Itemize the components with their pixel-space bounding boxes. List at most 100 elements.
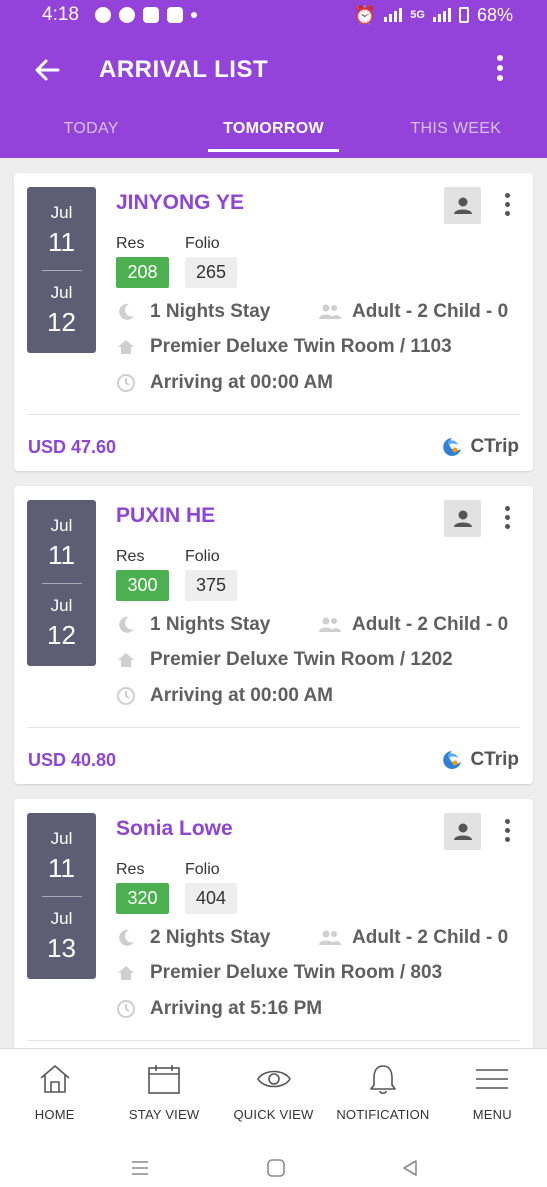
stay-dates: Jul 11 Jul 12 xyxy=(27,500,96,666)
guest-name[interactable]: JINYONG YE xyxy=(116,191,244,215)
tab-today[interactable]: TODAY xyxy=(0,116,182,158)
people-icon xyxy=(318,302,342,322)
system-navigation-bar xyxy=(0,1128,547,1187)
tab-this-week[interactable]: THIS WEEK xyxy=(365,116,547,158)
occupancy-row: Adult - 2 Child - 0 xyxy=(318,301,508,323)
nav-home[interactable]: HOME xyxy=(0,1049,109,1128)
occupancy-row: Adult - 2 Child - 0 xyxy=(318,614,508,636)
arrival-card[interactable]: Jul 11 Jul 13 Sonia Lowe Res Folio 320 4… xyxy=(14,799,533,1048)
stay-dates: Jul 11 Jul 12 xyxy=(27,187,96,353)
people-icon xyxy=(318,615,342,635)
card-menu-button[interactable] xyxy=(500,817,514,847)
house-icon xyxy=(116,337,136,357)
nav-home-label: HOME xyxy=(34,1107,75,1122)
arrow-left-icon xyxy=(35,59,60,81)
moon-icon xyxy=(116,928,136,948)
date-divider xyxy=(41,270,82,271)
booking-source: CTrip xyxy=(440,435,519,459)
card-divider xyxy=(27,414,520,415)
guest-profile-button[interactable] xyxy=(444,813,481,850)
arrival-list: Jul 11 Jul 12 JINYONG YE Res Folio 208 2… xyxy=(0,158,547,1048)
nav-stay-view[interactable]: STAY VIEW xyxy=(109,1049,218,1128)
booking-source: CTrip xyxy=(440,748,519,772)
more-notifications-icon xyxy=(190,12,197,18)
status-time: 4:18 xyxy=(42,4,79,25)
arrival-time: Arriving at 00:00 AM xyxy=(150,685,334,706)
room-row: Premier Deluxe Twin Room / 1202 xyxy=(116,649,453,671)
calendar-icon xyxy=(148,1065,180,1094)
instagram-icon xyxy=(142,7,159,23)
hamburger-icon xyxy=(476,1069,509,1089)
occupancy: Adult - 2 Child - 0 xyxy=(352,301,509,322)
nights-stay: 1 Nights Stay xyxy=(150,301,271,322)
occupancy: Adult - 2 Child - 0 xyxy=(352,614,509,635)
check-in-day: 11 xyxy=(48,227,75,257)
nav-menu[interactable]: MENU xyxy=(438,1049,547,1128)
guest-profile-button[interactable] xyxy=(444,500,481,537)
folio-number: 375 xyxy=(185,570,237,601)
nav-quick-view-label: QUICK VIEW xyxy=(233,1107,314,1122)
room-type: Premier Deluxe Twin Room / 1103 xyxy=(150,336,452,357)
nights-row: 1 Nights Stay xyxy=(116,614,270,636)
folio-label: Folio xyxy=(185,548,220,565)
folio-number: 404 xyxy=(185,883,237,914)
booking-amount: USD 47.60 xyxy=(28,437,117,457)
people-icon xyxy=(318,928,342,948)
moon-icon xyxy=(116,302,136,322)
res-label: Res xyxy=(116,548,145,565)
check-out-day: 13 xyxy=(47,933,76,963)
back-button[interactable] xyxy=(28,52,68,88)
nights-stay: 1 Nights Stay xyxy=(150,614,271,635)
guest-name[interactable]: PUXIN HE xyxy=(116,504,215,528)
page-title: ARRIVAL LIST xyxy=(99,56,269,83)
room-type: Premier Deluxe Twin Room / 1202 xyxy=(150,649,453,670)
ctrip-logo-icon xyxy=(443,751,462,769)
battery-icon xyxy=(458,7,469,23)
nav-notification-label: NOTIFICATION xyxy=(336,1107,430,1122)
date-divider xyxy=(41,583,82,584)
card-menu-button[interactable] xyxy=(500,504,514,534)
back-system-button[interactable] xyxy=(400,1158,420,1178)
nav-stay-view-label: STAY VIEW xyxy=(128,1107,200,1122)
alarm-icon: ⏰ xyxy=(353,4,377,25)
check-out-month: Jul xyxy=(50,596,73,615)
network-type: 5G xyxy=(410,9,425,21)
nav-quick-view[interactable]: QUICK VIEW xyxy=(219,1049,328,1128)
guest-name[interactable]: Sonia Lowe xyxy=(116,817,233,841)
nights-row: 1 Nights Stay xyxy=(116,301,270,323)
tab-bar: TODAY TOMORROW THIS WEEK xyxy=(0,116,547,158)
source-name: CTrip xyxy=(470,436,519,457)
check-out-month: Jul xyxy=(50,909,73,928)
room-row: Premier Deluxe Twin Room / 803 xyxy=(116,962,442,984)
arrival-card[interactable]: Jul 11 Jul 12 JINYONG YE Res Folio 208 2… xyxy=(14,173,533,471)
arrival-card[interactable]: Jul 11 Jul 12 PUXIN HE Res Folio 300 375… xyxy=(14,486,533,784)
home-system-button[interactable] xyxy=(266,1158,286,1178)
occupancy: Adult - 2 Child - 0 xyxy=(352,927,509,948)
guest-profile-button[interactable] xyxy=(444,187,481,224)
check-in-month: Jul xyxy=(50,829,73,848)
source-name: CTrip xyxy=(470,749,519,770)
bell-icon xyxy=(370,1065,396,1095)
overflow-menu-button[interactable] xyxy=(488,52,512,88)
nav-notification[interactable]: NOTIFICATION xyxy=(328,1049,437,1128)
res-number: 208 xyxy=(116,257,169,288)
arrival-time: Arriving at 00:00 AM xyxy=(150,372,334,393)
app-bar: ARRIVAL LIST TODAY TOMORROW THIS WEEK xyxy=(0,30,547,158)
tab-tomorrow[interactable]: TOMORROW xyxy=(182,116,364,158)
home-icon xyxy=(40,1065,70,1093)
card-divider xyxy=(27,1040,520,1041)
notification-icons xyxy=(94,7,197,23)
person-icon xyxy=(453,510,472,527)
occupancy-row: Adult - 2 Child - 0 xyxy=(318,927,508,949)
folio-label: Folio xyxy=(185,235,220,252)
card-menu-button[interactable] xyxy=(500,191,514,221)
date-divider xyxy=(41,896,82,897)
check-in-month: Jul xyxy=(50,516,73,535)
check-in-month: Jul xyxy=(50,203,73,222)
message-icon xyxy=(118,7,135,23)
stay-dates: Jul 11 Jul 13 xyxy=(27,813,96,979)
nights-row: 2 Nights Stay xyxy=(116,927,270,949)
chat-icon xyxy=(94,7,111,23)
eye-icon xyxy=(256,1070,291,1088)
recent-apps-button[interactable] xyxy=(130,1158,150,1178)
